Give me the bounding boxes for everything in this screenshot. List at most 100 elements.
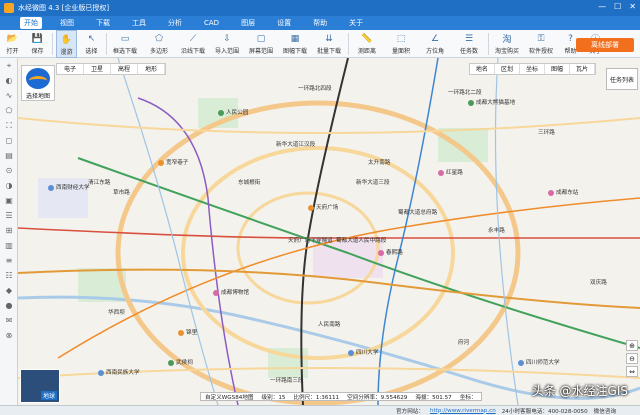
pan-icon[interactable]: ⇔	[626, 366, 638, 377]
offline-deploy-button[interactable]: 离线部署	[576, 38, 634, 52]
zoom-out-icon[interactable]: ⊖	[626, 353, 638, 364]
maximize-icon[interactable]: ☐	[614, 2, 621, 11]
menu-item[interactable]: 视图	[56, 17, 78, 29]
toolbar-button-measure-distance[interactable]: 📏 测距离	[352, 30, 382, 58]
left-tool-icon[interactable]: ⊗	[0, 328, 18, 343]
left-tool-icon[interactable]: ◐	[0, 73, 18, 88]
map-label: 一环路南三段	[270, 378, 304, 384]
tab-map-info[interactable]: 图幅	[545, 64, 570, 74]
menu-item[interactable]: 图层	[237, 17, 259, 29]
map-label: 东城根街	[238, 180, 261, 186]
tab-map-type[interactable]: 卫星	[84, 64, 112, 74]
left-tool-icon[interactable]: ∿	[0, 88, 18, 103]
toolbar-button-folder[interactable]: 📂 打开	[2, 30, 23, 58]
poi-marker[interactable]: 宽窄巷子	[158, 158, 188, 166]
toolbar-button-sheet-download[interactable]: ▦ 图幅下载	[280, 30, 310, 58]
menu-item[interactable]: 分析	[164, 17, 186, 29]
menu-item[interactable]: 关于	[345, 17, 367, 29]
map-label: 一环路北二段	[448, 90, 482, 96]
tab-map-info[interactable]: 地名	[470, 64, 495, 74]
tab-map-info[interactable]: 坐标	[520, 64, 545, 74]
toolbar-button-label: 测距离	[357, 48, 376, 55]
menu-bar: 开始 视图 下载 工具 分析 CAD 图层 设置 帮助 关于	[0, 16, 640, 30]
toolbar-button-task[interactable]: ☰ 任务数	[454, 30, 484, 58]
toolbar-button-polygon[interactable]: ⬠ 多边形	[144, 30, 174, 58]
title-bar: 水经微图 4.3 [企业版已授权] — ☐ ✕	[0, 0, 640, 16]
poi-marker[interactable]: 西南民族大学	[98, 368, 140, 376]
poi-marker[interactable]: 西南财经大学	[48, 183, 90, 191]
left-tool-icon[interactable]: ▥	[0, 238, 18, 253]
poi-marker[interactable]: 成都博物馆	[213, 288, 249, 296]
poi-marker[interactable]: 四川师范大学	[518, 358, 560, 366]
coordinate-bar: 自定义WGS84地图 级别：15 比例尺：1:36111 空间分辨率：9.554…	[200, 392, 482, 401]
toolbar-button-batch-download[interactable]: ⇊ 批量下载	[314, 30, 344, 58]
left-tool-icon[interactable]: ◑	[0, 178, 18, 193]
poi-marker[interactable]: 锦里	[178, 328, 197, 336]
poi-marker[interactable]: 人民公园	[218, 108, 248, 116]
left-tool-icon[interactable]: ●	[0, 298, 18, 313]
select-map-button[interactable]: 选择地图	[21, 65, 55, 101]
bearing-icon: ∠	[430, 33, 440, 44]
tab-map-info[interactable]: 区划	[495, 64, 520, 74]
poi-marker[interactable]: 红星路	[438, 168, 463, 176]
left-tool-icon[interactable]: ⬠	[0, 103, 18, 118]
menu-item[interactable]: 工具	[128, 17, 150, 29]
toolbar-button-taobao[interactable]: 淘淘宝购买	[492, 30, 522, 58]
poi-marker[interactable]: 成都大熊猫基地	[468, 98, 515, 106]
website-link[interactable]: http://www.rivermap.cn	[430, 408, 496, 414]
status-bar: 官方网站： http://www.rivermap.cn 24小时客服电话：40…	[0, 405, 640, 415]
wechat-consult[interactable]: 微信咨询	[594, 407, 616, 415]
poi-pin-icon	[308, 204, 314, 211]
tab-map-info[interactable]: 瓦片	[570, 64, 595, 74]
menu-item[interactable]: CAD	[200, 18, 223, 28]
left-tool-icon[interactable]: ⛶	[0, 118, 18, 133]
menu-item[interactable]: 下载	[92, 17, 114, 29]
left-tool-icon[interactable]: ▤	[0, 148, 18, 163]
toolbar-button-label: 沿线下载	[180, 48, 205, 55]
poi-marker[interactable]: 天府广场	[308, 203, 338, 211]
globe-thumbnail[interactable]: 地球	[20, 369, 60, 403]
toolbar-button-measure-area[interactable]: ⬚ 量面积	[386, 30, 416, 58]
menu-item[interactable]: 帮助	[309, 17, 331, 29]
left-tool-icon[interactable]: ☷	[0, 268, 18, 283]
toolbar-button-bearing[interactable]: ∠ 方位角	[420, 30, 450, 58]
toolbar-button-rect-select[interactable]: ▭ 框选下载	[110, 30, 140, 58]
toolbar-button-line-download[interactable]: ⟋ 沿线下载	[178, 30, 208, 58]
toolbar-button-license[interactable]: ⚿ 软件授权	[526, 30, 556, 58]
map-canvas[interactable]: 一环路北四段 一环路北二段 新华大道江汉段 蜀都大道人民中路段 天府广场下穿隧道…	[18, 58, 640, 405]
tab-map-type[interactable]: 电子	[57, 64, 85, 74]
left-tool-icon[interactable]: ▣	[0, 193, 18, 208]
map-label: 三环路	[538, 130, 555, 136]
left-tool-icon[interactable]: ☰	[0, 208, 18, 223]
toolbar-button-screen-range[interactable]: ▢ 屏幕范围	[246, 30, 276, 58]
left-tool-icon[interactable]: ✉	[0, 313, 18, 328]
left-tool-icon[interactable]: ⌖	[0, 58, 18, 73]
menu-item[interactable]: 开始	[20, 17, 42, 29]
map-label: 天府广场下穿隧道	[288, 238, 333, 244]
toolbar-button-select[interactable]: ↖ 选择	[81, 30, 102, 58]
minimize-icon[interactable]: —	[598, 2, 606, 11]
poi-marker[interactable]: 成都东站	[548, 188, 578, 196]
toolbar-button-import-range[interactable]: ⇩ 导入范围	[212, 30, 242, 58]
menu-item[interactable]: 设置	[273, 17, 295, 29]
poi-marker[interactable]: 春熙路	[378, 248, 403, 256]
zoom-in-icon[interactable]: ⊕	[626, 340, 638, 351]
poi-marker[interactable]: 武侯祠	[168, 358, 193, 366]
toolbar-button-save[interactable]: 💾 保存	[27, 30, 48, 58]
left-tool-icon[interactable]: ◆	[0, 283, 18, 298]
left-tool-icon[interactable]: ⊞	[0, 223, 18, 238]
toolbar-button-label: 量面积	[391, 48, 410, 55]
toolbar-button-label: 保存	[31, 48, 44, 55]
task-list-button[interactable]: 任务列表	[606, 68, 638, 90]
toolbar-button-label: 多边形	[149, 48, 168, 55]
tab-map-type[interactable]: 高程	[111, 64, 139, 74]
left-tool-icon[interactable]: ≡	[0, 253, 18, 268]
close-icon[interactable]: ✕	[629, 2, 636, 11]
scale-readout: 比例尺：1:36111	[293, 394, 340, 401]
toolbar-button-hand[interactable]: ✋ 漫游	[56, 30, 77, 58]
map-label: 人民南路	[318, 322, 341, 328]
tab-map-type[interactable]: 地形	[138, 64, 166, 74]
poi-marker[interactable]: 四川大学	[348, 348, 378, 356]
left-tool-icon[interactable]: ◻	[0, 133, 18, 148]
left-tool-icon[interactable]: ⊙	[0, 163, 18, 178]
